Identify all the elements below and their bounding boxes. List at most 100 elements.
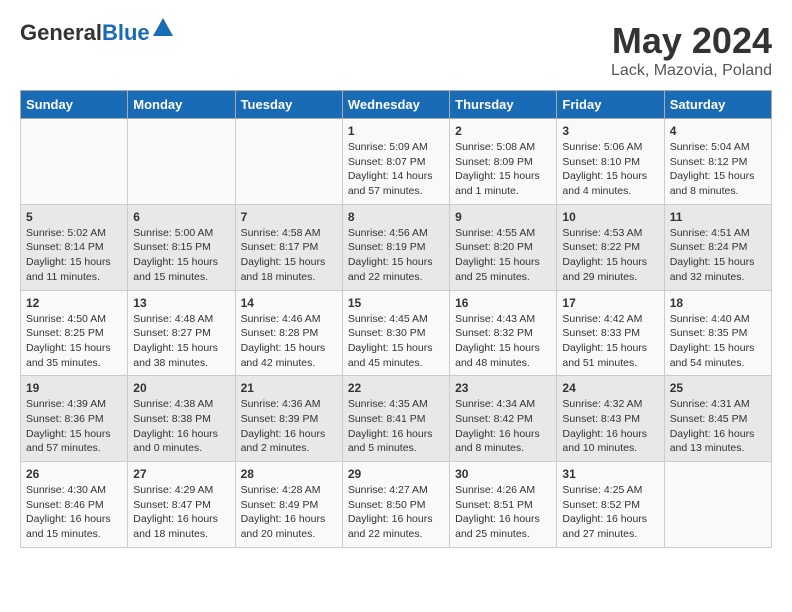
calendar-header: Sunday Monday Tuesday Wednesday Thursday… xyxy=(21,91,772,119)
col-friday: Friday xyxy=(557,91,664,119)
day-number: 3 xyxy=(562,124,658,138)
day-info: Sunrise: 4:27 AMSunset: 8:50 PMDaylight:… xyxy=(348,483,444,542)
day-cell xyxy=(235,119,342,205)
day-cell: 6 Sunrise: 5:00 AMSunset: 8:15 PMDaylight… xyxy=(128,204,235,290)
logo: GeneralBlue xyxy=(20,20,173,46)
day-number: 29 xyxy=(348,467,444,481)
day-cell xyxy=(128,119,235,205)
month-title: May 2024 xyxy=(611,20,772,62)
day-info: Sunrise: 4:35 AMSunset: 8:41 PMDaylight:… xyxy=(348,397,444,456)
page-header: GeneralBlue May 2024 Lack, Mazovia, Pola… xyxy=(20,20,772,80)
day-cell: 7 Sunrise: 4:58 AMSunset: 8:17 PMDaylight… xyxy=(235,204,342,290)
day-number: 11 xyxy=(670,210,766,224)
day-cell: 26Sunrise: 4:30 AMSunset: 8:46 PMDayligh… xyxy=(21,462,128,548)
day-number: 8 xyxy=(348,210,444,224)
week-row-2: 5 Sunrise: 5:02 AMSunset: 8:14 PMDaylight… xyxy=(21,204,772,290)
day-info: Sunrise: 4:28 AMSunset: 8:49 PMDaylight:… xyxy=(241,483,337,542)
day-info: Sunrise: 4:50 AMSunset: 8:25 PMDaylight:… xyxy=(26,312,122,371)
day-cell: 1 Sunrise: 5:09 AMSunset: 8:07 PMDaylight… xyxy=(342,119,449,205)
day-number: 6 xyxy=(133,210,229,224)
week-row-4: 19Sunrise: 4:39 AMSunset: 8:36 PMDayligh… xyxy=(21,376,772,462)
day-cell: 3 Sunrise: 5:06 AMSunset: 8:10 PMDaylight… xyxy=(557,119,664,205)
calendar-table: Sunday Monday Tuesday Wednesday Thursday… xyxy=(20,90,772,548)
day-cell xyxy=(21,119,128,205)
day-number: 16 xyxy=(455,296,551,310)
day-cell: 11 Sunrise: 4:51 AMSunset: 8:24 PMDayligh… xyxy=(664,204,771,290)
day-cell: 4Sunrise: 5:04 AMSunset: 8:12 PMDaylight… xyxy=(664,119,771,205)
day-cell: 25Sunrise: 4:31 AMSunset: 8:45 PMDayligh… xyxy=(664,376,771,462)
day-cell: 10 Sunrise: 4:53 AMSunset: 8:22 PMDayligh… xyxy=(557,204,664,290)
week-row-3: 12 Sunrise: 4:50 AMSunset: 8:25 PMDayligh… xyxy=(21,290,772,376)
day-number: 31 xyxy=(562,467,658,481)
day-cell: 23 Sunrise: 4:34 AMSunset: 8:42 PMDayligh… xyxy=(450,376,557,462)
day-cell: 16Sunrise: 4:43 AMSunset: 8:32 PMDayligh… xyxy=(450,290,557,376)
day-cell: 20Sunrise: 4:38 AMSunset: 8:38 PMDayligh… xyxy=(128,376,235,462)
logo-blue: Blue xyxy=(102,20,150,45)
day-number: 5 xyxy=(26,210,122,224)
day-number: 20 xyxy=(133,381,229,395)
day-number: 2 xyxy=(455,124,551,138)
day-cell: 24 Sunrise: 4:32 AMSunset: 8:43 PMDayligh… xyxy=(557,376,664,462)
day-cell: 30Sunrise: 4:26 AMSunset: 8:51 PMDayligh… xyxy=(450,462,557,548)
day-info: Sunrise: 5:02 AMSunset: 8:14 PMDaylight:… xyxy=(26,226,122,285)
logo-general: General xyxy=(20,20,102,45)
day-number: 26 xyxy=(26,467,122,481)
day-info: Sunrise: 4:51 AMSunset: 8:24 PMDaylight:… xyxy=(670,226,766,285)
day-number: 18 xyxy=(670,296,766,310)
day-number: 14 xyxy=(241,296,337,310)
col-thursday: Thursday xyxy=(450,91,557,119)
title-block: May 2024 Lack, Mazovia, Poland xyxy=(611,20,772,80)
day-number: 10 xyxy=(562,210,658,224)
day-number: 1 xyxy=(348,124,444,138)
day-info: Sunrise: 4:29 AMSunset: 8:47 PMDaylight:… xyxy=(133,483,229,542)
day-info: Sunrise: 4:36 AMSunset: 8:39 PMDaylight:… xyxy=(241,397,337,456)
calendar-body: 1 Sunrise: 5:09 AMSunset: 8:07 PMDaylight… xyxy=(21,119,772,548)
day-number: 25 xyxy=(670,381,766,395)
day-cell: 29 Sunrise: 4:27 AMSunset: 8:50 PMDayligh… xyxy=(342,462,449,548)
day-number: 24 xyxy=(562,381,658,395)
day-info: Sunrise: 4:25 AMSunset: 8:52 PMDaylight:… xyxy=(562,483,658,542)
day-info: Sunrise: 5:09 AMSunset: 8:07 PMDaylight:… xyxy=(348,140,444,199)
day-info: Sunrise: 4:46 AMSunset: 8:28 PMDaylight:… xyxy=(241,312,337,371)
logo-icon xyxy=(153,18,173,36)
day-info: Sunrise: 4:53 AMSunset: 8:22 PMDaylight:… xyxy=(562,226,658,285)
day-cell: 28Sunrise: 4:28 AMSunset: 8:49 PMDayligh… xyxy=(235,462,342,548)
day-cell: 18 Sunrise: 4:40 AMSunset: 8:35 PMDayligh… xyxy=(664,290,771,376)
day-cell: 21 Sunrise: 4:36 AMSunset: 8:39 PMDayligh… xyxy=(235,376,342,462)
day-cell xyxy=(664,462,771,548)
day-number: 12 xyxy=(26,296,122,310)
day-cell: 2 Sunrise: 5:08 AMSunset: 8:09 PMDaylight… xyxy=(450,119,557,205)
day-cell: 12 Sunrise: 4:50 AMSunset: 8:25 PMDayligh… xyxy=(21,290,128,376)
day-cell: 31 Sunrise: 4:25 AMSunset: 8:52 PMDayligh… xyxy=(557,462,664,548)
day-info: Sunrise: 5:00 AMSunset: 8:15 PMDaylight:… xyxy=(133,226,229,285)
day-number: 30 xyxy=(455,467,551,481)
day-cell: 22Sunrise: 4:35 AMSunset: 8:41 PMDayligh… xyxy=(342,376,449,462)
day-number: 21 xyxy=(241,381,337,395)
day-info: Sunrise: 4:58 AMSunset: 8:17 PMDaylight:… xyxy=(241,226,337,285)
col-sunday: Sunday xyxy=(21,91,128,119)
day-cell: 14 Sunrise: 4:46 AMSunset: 8:28 PMDayligh… xyxy=(235,290,342,376)
day-cell: 27Sunrise: 4:29 AMSunset: 8:47 PMDayligh… xyxy=(128,462,235,548)
day-info: Sunrise: 4:34 AMSunset: 8:42 PMDaylight:… xyxy=(455,397,551,456)
day-info: Sunrise: 4:48 AMSunset: 8:27 PMDaylight:… xyxy=(133,312,229,371)
day-number: 15 xyxy=(348,296,444,310)
location: Lack, Mazovia, Poland xyxy=(611,62,772,80)
day-info: Sunrise: 4:40 AMSunset: 8:35 PMDaylight:… xyxy=(670,312,766,371)
day-info: Sunrise: 4:56 AMSunset: 8:19 PMDaylight:… xyxy=(348,226,444,285)
col-wednesday: Wednesday xyxy=(342,91,449,119)
day-cell: 8 Sunrise: 4:56 AMSunset: 8:19 PMDaylight… xyxy=(342,204,449,290)
day-number: 23 xyxy=(455,381,551,395)
day-number: 13 xyxy=(133,296,229,310)
day-cell: 15 Sunrise: 4:45 AMSunset: 8:30 PMDayligh… xyxy=(342,290,449,376)
col-saturday: Saturday xyxy=(664,91,771,119)
day-info: Sunrise: 4:45 AMSunset: 8:30 PMDaylight:… xyxy=(348,312,444,371)
day-info: Sunrise: 5:04 AMSunset: 8:12 PMDaylight:… xyxy=(670,140,766,199)
col-monday: Monday xyxy=(128,91,235,119)
day-info: Sunrise: 4:32 AMSunset: 8:43 PMDaylight:… xyxy=(562,397,658,456)
day-info: Sunrise: 5:06 AMSunset: 8:10 PMDaylight:… xyxy=(562,140,658,199)
col-tuesday: Tuesday xyxy=(235,91,342,119)
day-number: 7 xyxy=(241,210,337,224)
header-row: Sunday Monday Tuesday Wednesday Thursday… xyxy=(21,91,772,119)
day-info: Sunrise: 5:08 AMSunset: 8:09 PMDaylight:… xyxy=(455,140,551,199)
day-info: Sunrise: 4:55 AMSunset: 8:20 PMDaylight:… xyxy=(455,226,551,285)
